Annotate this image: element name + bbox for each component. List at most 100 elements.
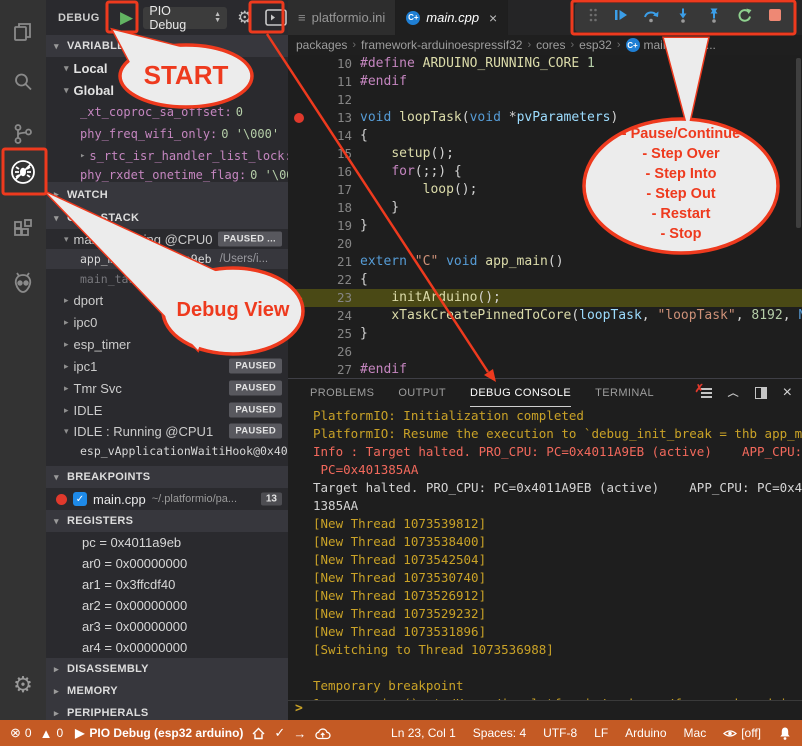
- search-icon[interactable]: [0, 62, 46, 102]
- debug-target[interactable]: ▶PIO Debug (esp32 arduino): [75, 726, 243, 740]
- variable-row[interactable]: ▸s_rtc_isr_handler_list_lock:{…: [46, 145, 288, 167]
- step-over-button[interactable]: [643, 7, 660, 28]
- os-target[interactable]: Mac: [684, 726, 707, 740]
- stop-button[interactable]: [768, 8, 782, 27]
- close-panel-icon[interactable]: ×: [783, 385, 792, 401]
- debug-settings-gear-icon[interactable]: ⚙: [237, 8, 252, 28]
- tab-platformio-ini[interactable]: ≡ platformio.ini: [288, 0, 396, 35]
- maximize-panel-icon[interactable]: ︿: [728, 387, 739, 400]
- code-line[interactable]: 16 for(;;) {: [288, 163, 802, 181]
- tab-main-cpp[interactable]: C+ main.cpp ×: [396, 0, 508, 35]
- code-line[interactable]: 17 loop();: [288, 181, 802, 199]
- callstack-thread[interactable]: ▸Tmr SvcPAUSED: [46, 377, 288, 399]
- editor-scrollbar[interactable]: [796, 58, 801, 228]
- callstack-thread[interactable]: ▾main : Running @CPU0PAUSED ...: [46, 229, 288, 249]
- platformio-icon[interactable]: [0, 264, 46, 304]
- code-line[interactable]: ▶23 initArduino();: [288, 289, 802, 307]
- debug-console-output[interactable]: PlatformIO: Initialization completedPlat…: [288, 407, 802, 701]
- breakpoint-checkbox[interactable]: ✓: [73, 492, 87, 506]
- sidebar-scroll[interactable]: ▾VARIABLES▾Local▾Global_xt_coproc_sa_off…: [46, 35, 288, 720]
- code-line[interactable]: 21extern "C" void app_main(): [288, 253, 802, 271]
- pio-upload-button[interactable]: →: [293, 726, 306, 741]
- breadcrumb-item[interactable]: esp32: [579, 38, 612, 52]
- clear-console-icon[interactable]: ✗: [698, 387, 712, 399]
- code-line[interactable]: 19}: [288, 217, 802, 235]
- breadcrumb-item[interactable]: C+main.cpp: [626, 38, 693, 52]
- debug-console-toggle-button[interactable]: [264, 8, 288, 28]
- variables-group[interactable]: ▾Global: [46, 79, 288, 101]
- code-line[interactable]: 25}: [288, 325, 802, 343]
- console-input[interactable]: >: [288, 700, 802, 718]
- code-line[interactable]: 18 }: [288, 199, 802, 217]
- section-peripherals[interactable]: ▸PERIPHERALS: [46, 702, 288, 720]
- breadcrumb[interactable]: packages›framework-arduinoespressif32›co…: [288, 35, 802, 55]
- notifications-bell-icon[interactable]: [778, 726, 792, 741]
- toolbar-grip-handle[interactable]: [588, 7, 598, 28]
- code-line[interactable]: 27#endif: [288, 361, 802, 378]
- variable-row[interactable]: _xt_coproc_sa_offset:0: [46, 101, 288, 123]
- code-line[interactable]: 20: [288, 235, 802, 253]
- section-disassembly[interactable]: ▸DISASSEMBLY: [46, 658, 288, 680]
- pio-remote-upload-button[interactable]: [314, 727, 331, 740]
- breakpoint-row[interactable]: ✓main.cpp~/.platformio/pa...13: [46, 488, 288, 510]
- register-row[interactable]: ar1 = 0x3ffcdf40: [46, 574, 288, 595]
- error-count[interactable]: ⊗0: [10, 725, 32, 741]
- file-type[interactable]: Arduino: [625, 726, 666, 740]
- extensions-icon[interactable]: [0, 210, 46, 250]
- panel-tab-terminal[interactable]: TERMINAL: [595, 379, 654, 407]
- debug-config-dropdown[interactable]: PIO Debug ▲▼: [143, 7, 227, 29]
- code-line[interactable]: 10#define ARDUINO_RUNNING_CORE 1: [288, 55, 802, 73]
- callstack-thread[interactable]: ▸dport: [46, 289, 288, 311]
- code-line[interactable]: 24 xTaskCreatePinnedToCore(loopTask, "lo…: [288, 307, 802, 325]
- panel-tab-output[interactable]: OUTPUT: [398, 379, 446, 407]
- source-control-icon[interactable]: [0, 114, 46, 154]
- restart-button[interactable]: [736, 7, 753, 29]
- breadcrumb-item[interactable]: cores: [536, 38, 565, 52]
- eol[interactable]: LF: [594, 726, 608, 740]
- register-row[interactable]: ar2 = 0x00000000: [46, 595, 288, 616]
- debug-icon[interactable]: [0, 152, 46, 192]
- callstack-frame[interactable]: esp_vApplicationWaitiHook@0x4013: [46, 441, 288, 461]
- register-row[interactable]: ar0 = 0x00000000: [46, 553, 288, 574]
- explorer-icon[interactable]: [0, 12, 46, 52]
- register-row[interactable]: pc = 0x4011a9eb: [46, 532, 288, 553]
- breadcrumb-item[interactable]: framework-arduinoespressif32: [361, 38, 522, 52]
- variable-row[interactable]: phy_rxdet_onetime_flag:0 '\000': [46, 167, 288, 182]
- code-line[interactable]: 14{: [288, 127, 802, 145]
- section-registers[interactable]: ▾REGISTERS: [46, 510, 288, 532]
- serial-monitor-toggle[interactable]: [off]: [723, 726, 761, 740]
- section-variables[interactable]: ▾VARIABLES: [46, 35, 288, 57]
- step-into-button[interactable]: [675, 7, 691, 28]
- callstack-thread[interactable]: ▸ipc1PAUSED: [46, 355, 288, 377]
- settings-gear-icon[interactable]: ⚙: [0, 672, 46, 698]
- variable-row[interactable]: phy_freq_wifi_only:0 '\000': [46, 123, 288, 145]
- indentation[interactable]: Spaces: 4: [473, 726, 526, 740]
- callstack-thread[interactable]: ▾IDLE : Running @CPU1PAUSED: [46, 421, 288, 441]
- warning-count[interactable]: ▲0: [40, 726, 64, 741]
- close-tab-icon[interactable]: ×: [489, 10, 497, 26]
- register-row[interactable]: ar4 = 0x00000000: [46, 637, 288, 658]
- split-panel-icon[interactable]: [755, 387, 767, 399]
- panel-tab-problems[interactable]: PROBLEMS: [310, 379, 374, 407]
- variables-group[interactable]: ▾Local: [46, 57, 288, 79]
- code-line[interactable]: 13void loopTask(void *pvParameters): [288, 109, 802, 127]
- callstack-frame[interactable]: app_main@0x4011a9eb/Users/i...: [46, 249, 288, 269]
- pio-build-button[interactable]: ✓: [274, 725, 285, 741]
- step-out-button[interactable]: [706, 7, 722, 28]
- code-line[interactable]: 26: [288, 343, 802, 361]
- code-line[interactable]: 12: [288, 91, 802, 109]
- code-editor[interactable]: 10#define ARDUINO_RUNNING_CORE 111#endif…: [288, 55, 802, 378]
- pio-home-button[interactable]: [251, 726, 266, 740]
- code-line[interactable]: 15 setup();: [288, 145, 802, 163]
- panel-tab-debug-console[interactable]: DEBUG CONSOLE: [470, 379, 571, 407]
- section-watch[interactable]: ▸WATCH: [46, 182, 288, 207]
- section-call-stack[interactable]: ▾CALL STACK: [46, 207, 288, 229]
- breadcrumb-item[interactable]: ...: [706, 38, 716, 52]
- section-breakpoints[interactable]: ▾BREAKPOINTS: [46, 466, 288, 488]
- start-debug-button[interactable]: ▶: [114, 5, 140, 31]
- continue-button[interactable]: [613, 7, 629, 28]
- register-row[interactable]: ar3 = 0x00000000: [46, 616, 288, 637]
- callstack-thread[interactable]: ▸esp_timer: [46, 333, 288, 355]
- section-memory[interactable]: ▸MEMORY: [46, 680, 288, 702]
- encoding[interactable]: UTF-8: [543, 726, 577, 740]
